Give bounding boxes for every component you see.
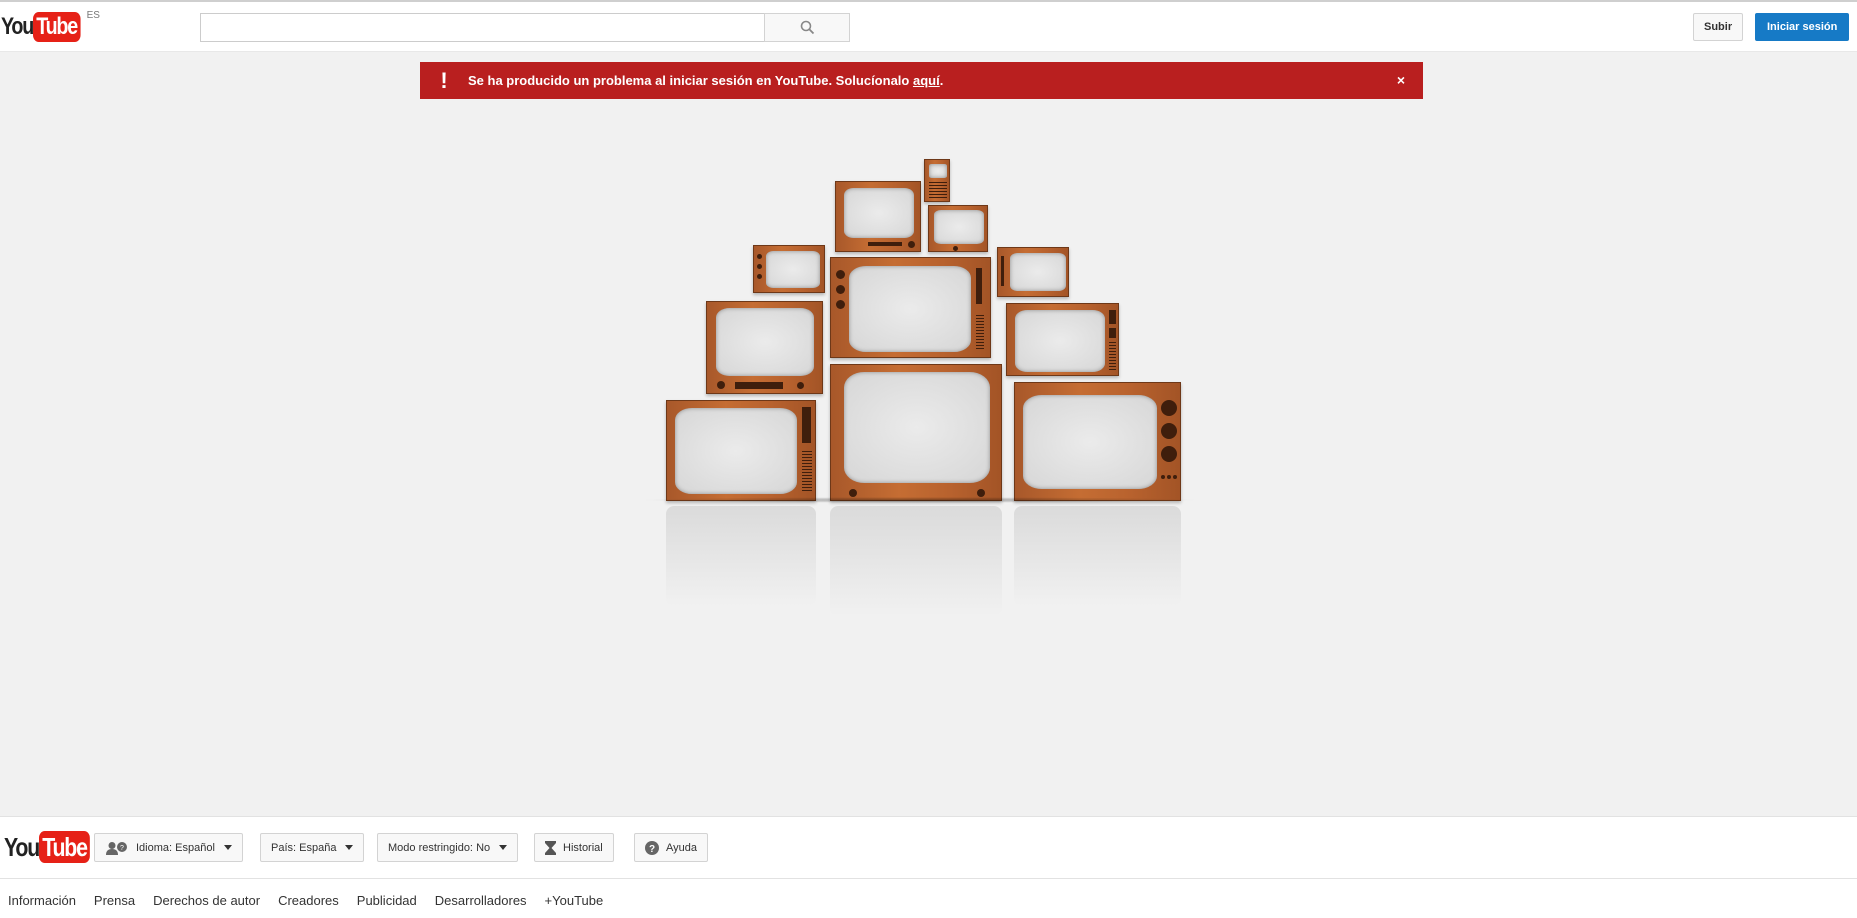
tv-stack-illustration <box>640 150 1200 630</box>
search-bar <box>200 13 850 42</box>
help-icon: ? <box>645 840 659 855</box>
footer-link-prensa[interactable]: Prensa <box>94 893 135 908</box>
hourglass-icon <box>545 840 556 855</box>
chevron-down-icon <box>223 845 232 850</box>
language-label: Idioma: <box>136 841 173 854</box>
upload-button[interactable]: Subir <box>1693 13 1744 41</box>
language-value: Español <box>175 841 215 854</box>
floor-shadow <box>640 497 1200 503</box>
footer-link-publicidad[interactable]: Publicidad <box>357 893 417 908</box>
restricted-mode-label: Modo restringido: <box>388 841 473 854</box>
chevron-down-icon <box>345 845 354 850</box>
restricted-mode-value: No <box>476 841 491 854</box>
footer-divider <box>0 878 1857 879</box>
footer-link-desarrolladores[interactable]: Desarrolladores <box>435 893 527 908</box>
country-value: España <box>299 841 337 854</box>
masthead: You Tube ES Subir Iniciar sesión <box>0 0 1857 52</box>
signin-error-alert: ! Se ha producido un problema al iniciar… <box>420 62 1423 99</box>
footer-youtube-logo[interactable]: You Tube <box>4 831 101 863</box>
history-button[interactable]: Historial <box>534 833 614 862</box>
tv-illustration <box>830 364 1002 501</box>
restricted-mode-button[interactable]: Modo restringido: No <box>377 833 519 862</box>
footer-logo-you: You <box>4 832 40 862</box>
alert-message-suffix: . <box>939 73 944 88</box>
alert-message-text: Se ha producido un problema al iniciar s… <box>468 73 913 88</box>
footer-link-derechos-de-autor[interactable]: Derechos de autor <box>153 893 260 908</box>
close-icon[interactable]: × <box>1397 72 1405 88</box>
footer: You Tube ? Idioma: Español País: España … <box>0 816 1857 918</box>
help-button[interactable]: ? Ayuda <box>634 833 708 862</box>
search-button[interactable] <box>764 13 850 42</box>
tv-illustration <box>928 205 988 252</box>
country-code: ES <box>86 10 100 21</box>
tv-illustration <box>666 400 816 501</box>
youtube-logo[interactable]: You Tube ES <box>1 10 100 42</box>
signin-button[interactable]: Iniciar sesión <box>1755 13 1850 41</box>
tv-reflection <box>830 506 1002 616</box>
svg-text:?: ? <box>120 845 124 852</box>
country-label: País: <box>271 841 297 854</box>
tv-illustration <box>997 247 1069 297</box>
alert-message: Se ha producido un problema al iniciar s… <box>468 73 943 88</box>
search-icon <box>800 20 814 35</box>
tv-illustration <box>835 181 921 252</box>
country-picker-button[interactable]: País: España <box>260 833 365 862</box>
footer-links: Información Prensa Derechos de autor Cre… <box>8 893 603 908</box>
tv-illustration <box>924 159 950 202</box>
footer-logo-tube: Tube <box>38 831 90 863</box>
help-label: Ayuda <box>666 841 697 854</box>
search-input[interactable] <box>200 13 764 42</box>
tv-illustration <box>830 257 991 358</box>
logo-tube: Tube <box>33 12 81 42</box>
tv-illustration <box>706 301 823 394</box>
alert-fix-link[interactable]: aquí <box>913 73 940 88</box>
tv-illustration <box>753 245 825 293</box>
footer-link-creadores[interactable]: Creadores <box>278 893 339 908</box>
history-label: Historial <box>563 841 603 854</box>
exclamation-icon: ! <box>440 67 448 93</box>
tv-illustration <box>1014 382 1181 501</box>
language-picker-button[interactable]: ? Idioma: Español <box>94 833 243 862</box>
footer-link-plus-youtube[interactable]: +YouTube <box>545 893 604 908</box>
svg-text:?: ? <box>649 844 655 855</box>
language-icon: ? <box>105 841 129 855</box>
logo-you: You <box>1 13 34 40</box>
chevron-down-icon <box>499 845 508 850</box>
footer-link-informacion[interactable]: Información <box>8 893 76 908</box>
tv-reflection <box>1014 506 1181 606</box>
tv-illustration <box>1006 303 1119 376</box>
tv-reflection <box>666 506 816 606</box>
